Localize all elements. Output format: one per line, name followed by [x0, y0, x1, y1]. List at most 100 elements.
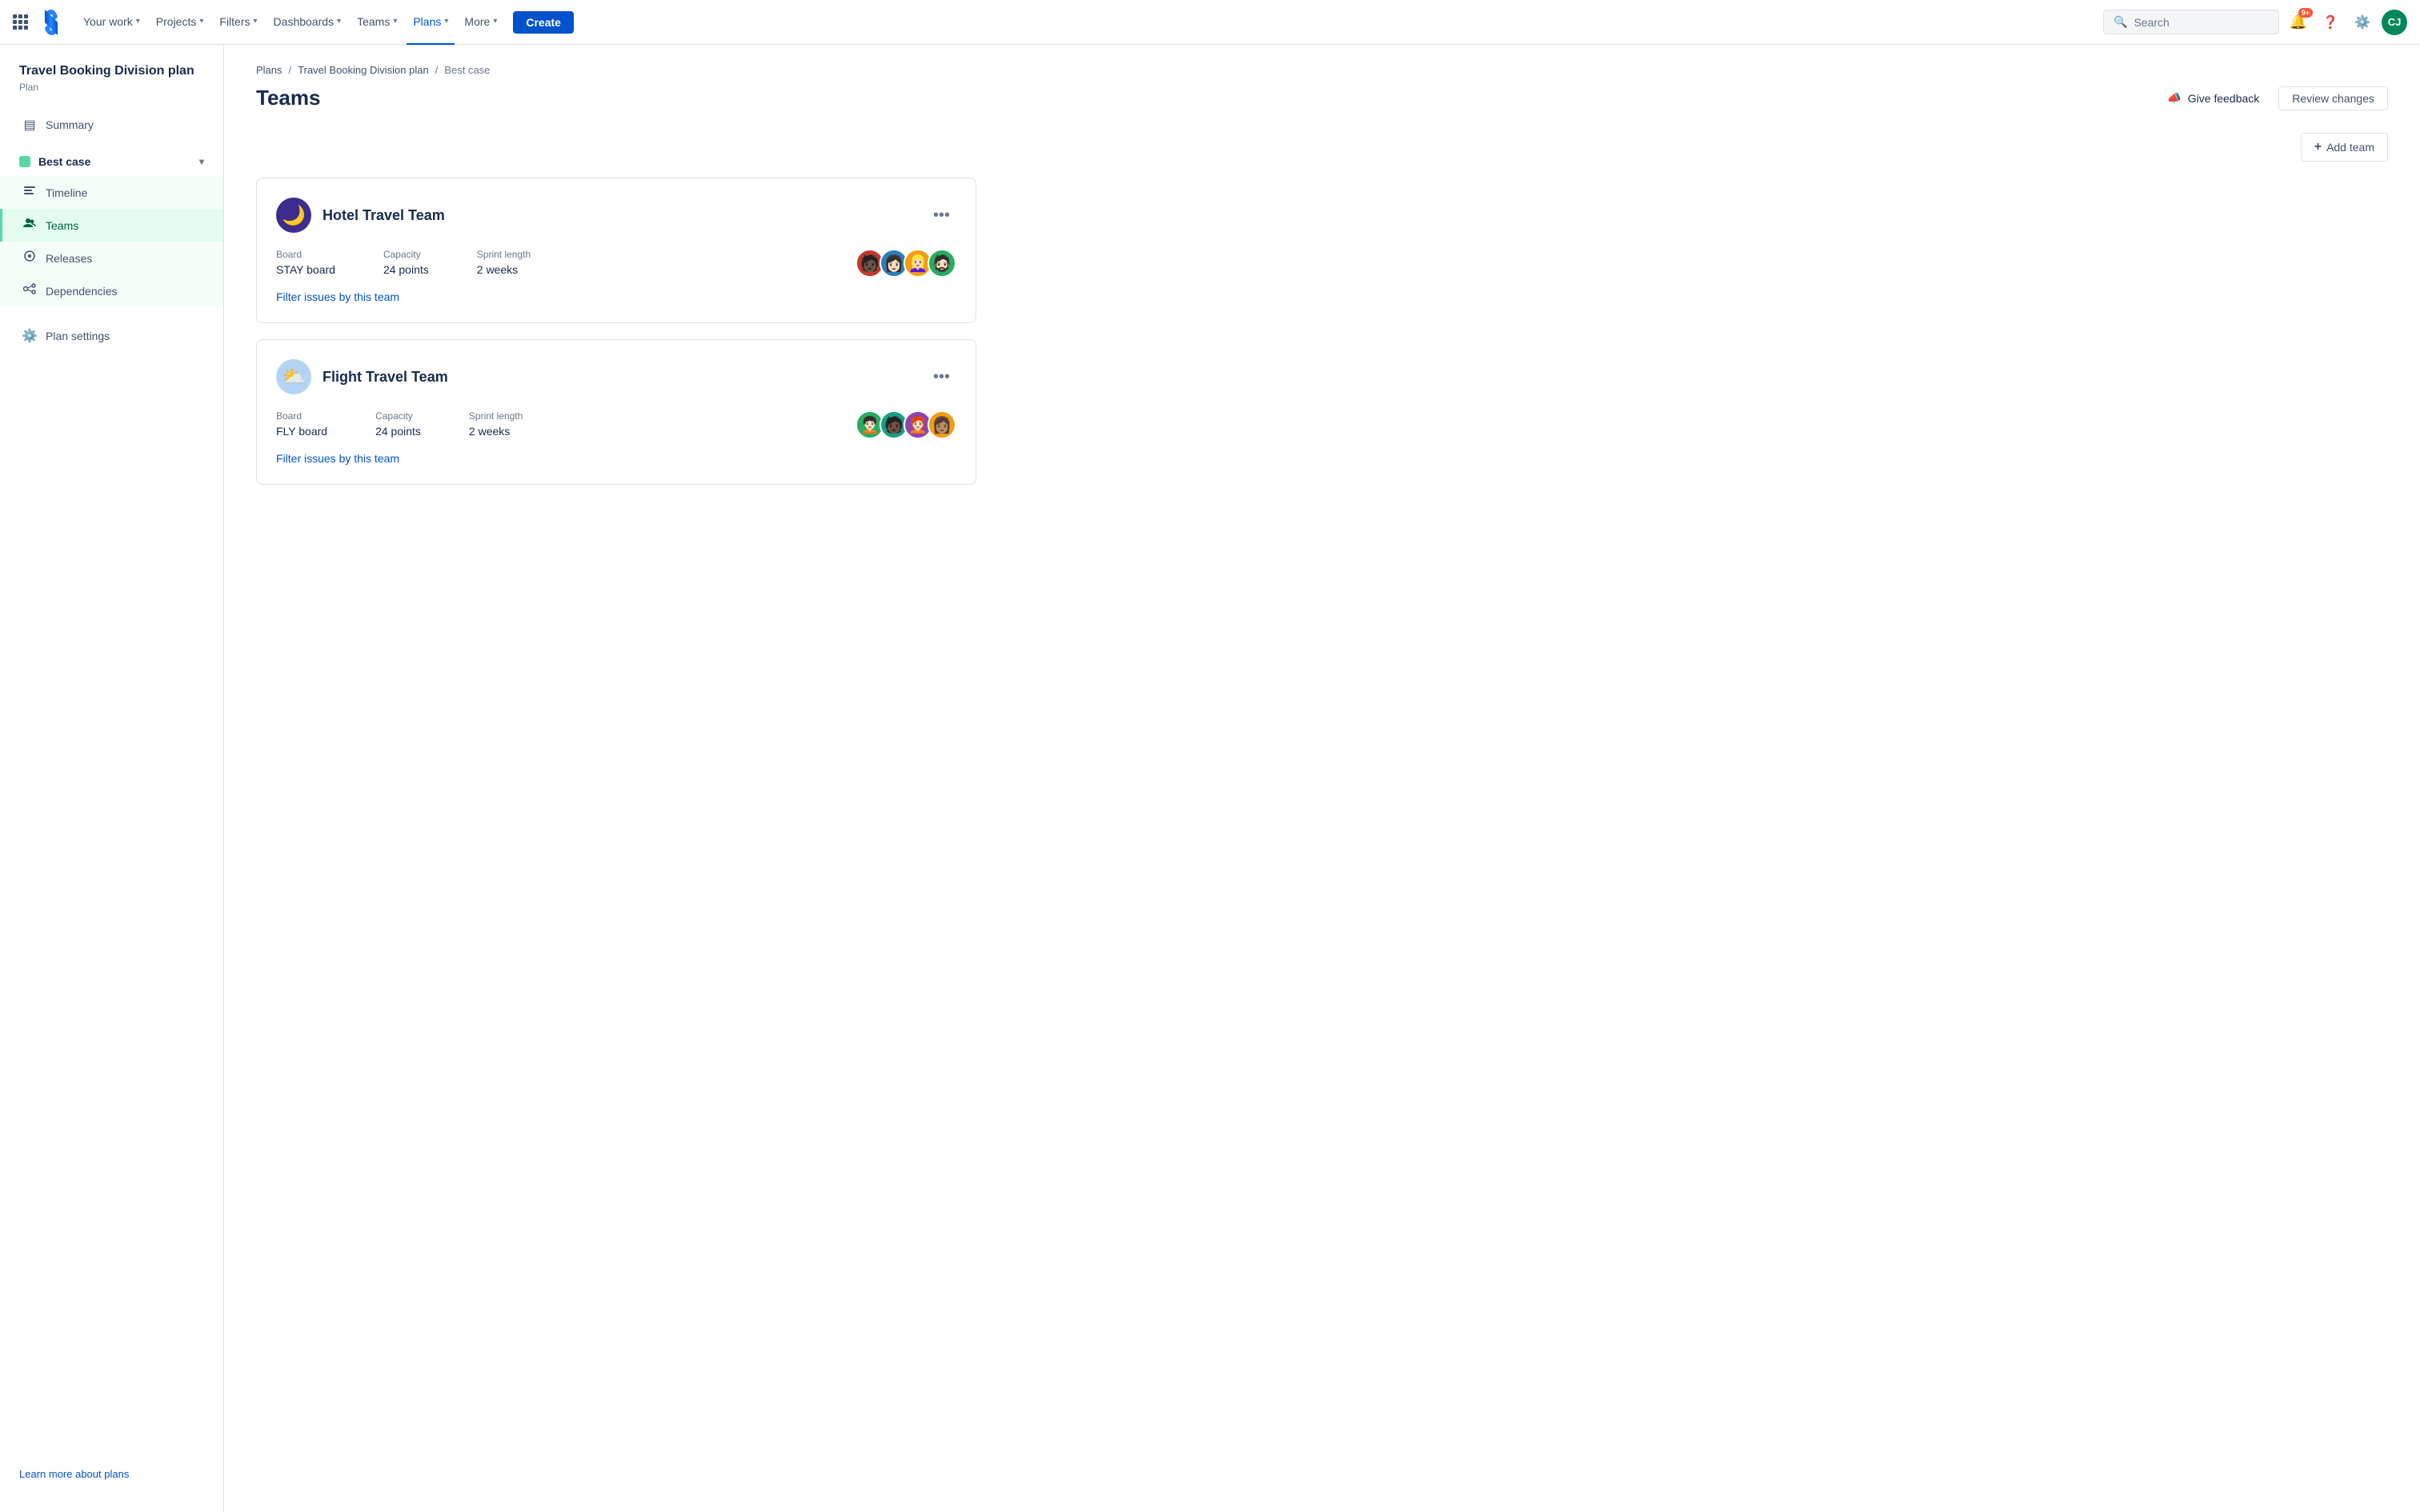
hotel-board-detail: Board STAY board	[276, 249, 335, 278]
nav-dashboards[interactable]: Dashboards ▾	[267, 0, 348, 45]
releases-icon	[22, 250, 38, 266]
search-icon: 🔍	[2113, 15, 2127, 29]
sidebar-item-summary[interactable]: ▤ Summary	[0, 109, 223, 141]
nav-projects[interactable]: Projects ▾	[150, 0, 210, 45]
user-avatar[interactable]: CJ	[2382, 10, 2407, 35]
chevron-down-icon: ▾	[199, 17, 203, 26]
flight-sprint-label: Sprint length	[469, 410, 523, 422]
nav-your-work[interactable]: Your work ▾	[77, 0, 146, 45]
search-box[interactable]: 🔍 Search	[2103, 10, 2279, 34]
main-layout: Travel Booking Division plan Plan ▤ Summ…	[0, 45, 2420, 1512]
best-case-indicator	[19, 156, 30, 167]
hotel-board-label: Board	[276, 249, 335, 260]
notification-badge: 9+	[2298, 8, 2313, 18]
hotel-team-details: Board STAY board Capacity 24 points Spri…	[276, 249, 956, 278]
sidebar-item-plan-settings-label: Plan settings	[46, 330, 110, 342]
breadcrumb-sep-1: /	[289, 64, 292, 76]
team-card-flight: ⛅ Flight Travel Team ••• Board FLY board	[256, 339, 976, 485]
app-grid-icon[interactable]	[13, 14, 29, 30]
hotel-logo-emoji: 🌙	[282, 204, 306, 227]
sidebar-item-dependencies[interactable]: Dependencies	[0, 274, 223, 307]
chevron-down-icon: ▾	[337, 17, 341, 26]
add-team-container: + Add team	[256, 133, 2388, 162]
breadcrumb: Plans / Travel Booking Division plan / B…	[256, 64, 2388, 76]
flight-team-logo: ⛅	[276, 359, 311, 394]
chevron-down-icon: ▾	[136, 17, 140, 26]
plus-icon: +	[2314, 140, 2322, 154]
page-title: Teams	[256, 86, 320, 110]
chevron-down-icon: ▾	[393, 17, 397, 26]
flight-filter-link[interactable]: Filter issues by this team	[276, 452, 399, 465]
page-header: Teams 📣 Give feedback Review changes	[256, 86, 2388, 110]
chevron-down-icon: ▾	[254, 17, 258, 26]
settings-icon: ⚙️	[22, 328, 38, 344]
flight-member-4: 👩🏽	[928, 410, 956, 439]
hotel-member-4: 🧔🏻	[928, 249, 956, 278]
main-area: Plans / Travel Booking Division plan / B…	[224, 45, 2420, 1512]
review-changes-button[interactable]: Review changes	[2278, 86, 2388, 110]
nav-filters[interactable]: Filters ▾	[213, 0, 263, 45]
hotel-team-logo: 🌙	[276, 198, 311, 233]
breadcrumb-plan-name[interactable]: Travel Booking Division plan	[298, 64, 429, 76]
jira-logo[interactable]	[38, 10, 64, 35]
sidebar-section-header[interactable]: Best case ▾	[0, 147, 223, 176]
hotel-capacity-label: Capacity	[383, 249, 429, 260]
team-name-section-flight: ⛅ Flight Travel Team	[276, 359, 448, 394]
give-feedback-button[interactable]: 📣 Give feedback	[2158, 86, 2269, 110]
flight-logo-emoji: ⛅	[282, 366, 306, 389]
chevron-down-icon: ▾	[444, 17, 448, 26]
flight-board-detail: Board FLY board	[276, 410, 327, 439]
sidebar-plan-label: Plan	[0, 82, 223, 109]
sidebar-item-plan-settings[interactable]: ⚙️ Plan settings	[0, 320, 223, 352]
sidebar-item-summary-label: Summary	[46, 118, 94, 131]
hotel-team-name: Hotel Travel Team	[323, 207, 445, 224]
hotel-team-avatars: 🧑🏿 👩🏻 👱🏻‍♀️ 🧔🏻	[855, 249, 956, 278]
flight-sprint-detail: Sprint length 2 weeks	[469, 410, 523, 439]
sidebar-item-dependencies-label: Dependencies	[46, 285, 118, 298]
search-placeholder: Search	[2134, 16, 2169, 29]
nav-teams[interactable]: Teams ▾	[351, 0, 403, 45]
team-card-hotel: 🌙 Hotel Travel Team ••• Board STAY board	[256, 178, 976, 323]
timeline-icon	[22, 184, 38, 201]
flight-capacity-detail: Capacity 24 points	[375, 410, 421, 439]
sidebar: Travel Booking Division plan Plan ▤ Summ…	[0, 45, 224, 1512]
dependencies-icon	[22, 282, 38, 299]
sidebar-footer: Learn more about plans	[0, 1454, 223, 1493]
settings-button[interactable]: ⚙️	[2350, 10, 2375, 35]
teams-icon	[22, 217, 38, 234]
sidebar-item-releases[interactable]: Releases	[0, 242, 223, 274]
megaphone-icon: 📣	[2167, 91, 2181, 105]
flight-capacity-value: 24 points	[375, 425, 421, 438]
team-name-section-hotel: 🌙 Hotel Travel Team	[276, 198, 445, 233]
nav-more[interactable]: More ▾	[458, 0, 503, 45]
flight-team-more-button[interactable]: •••	[927, 365, 956, 390]
hotel-capacity-detail: Capacity 24 points	[383, 249, 429, 278]
notifications-button[interactable]: 🔔 9+	[2286, 10, 2311, 35]
flight-board-label: Board	[276, 410, 327, 422]
nav-plans[interactable]: Plans ▾	[407, 0, 455, 45]
hotel-capacity-value: 24 points	[383, 263, 429, 276]
flight-team-name: Flight Travel Team	[323, 369, 448, 386]
breadcrumb-current: Best case	[444, 64, 490, 76]
flight-sprint-value: 2 weeks	[469, 425, 523, 438]
sidebar-item-teams[interactable]: Teams	[0, 209, 223, 242]
hotel-sprint-label: Sprint length	[477, 249, 531, 260]
learn-more-link[interactable]: Learn more about plans	[19, 1468, 129, 1480]
sidebar-item-timeline-label: Timeline	[46, 186, 87, 199]
flight-board-value: FLY board	[276, 425, 327, 438]
header-actions: 📣 Give feedback Review changes	[2158, 86, 2388, 110]
hotel-sprint-value: 2 weeks	[477, 263, 531, 276]
flight-capacity-label: Capacity	[375, 410, 421, 422]
hotel-filter-link[interactable]: Filter issues by this team	[276, 290, 399, 303]
create-button[interactable]: Create	[513, 11, 574, 34]
hotel-team-more-button[interactable]: •••	[927, 203, 956, 228]
hotel-board-value: STAY board	[276, 263, 335, 276]
topnav: Your work ▾ Projects ▾ Filters ▾ Dashboa…	[0, 0, 2420, 45]
sidebar-item-teams-label: Teams	[46, 219, 78, 232]
help-button[interactable]: ❓	[2318, 10, 2343, 35]
breadcrumb-plans[interactable]: Plans	[256, 64, 282, 76]
hotel-sprint-detail: Sprint length 2 weeks	[477, 249, 531, 278]
sidebar-item-timeline[interactable]: Timeline	[0, 176, 223, 209]
add-team-button[interactable]: + Add team	[2301, 133, 2388, 162]
breadcrumb-sep-2: /	[435, 64, 439, 76]
